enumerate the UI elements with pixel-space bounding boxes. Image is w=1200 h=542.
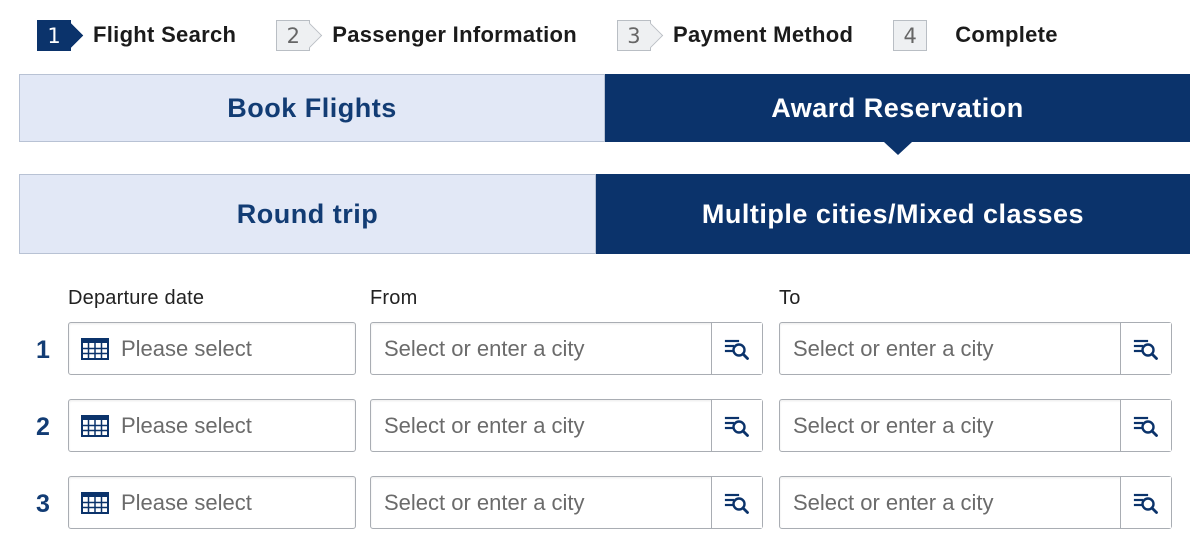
calendar-icon xyxy=(81,492,109,514)
active-tab-pointer xyxy=(883,142,912,155)
city-search-list-icon xyxy=(724,339,749,360)
step-label: Payment Method xyxy=(672,22,854,47)
from-city-input[interactable] xyxy=(384,400,704,451)
step-flight-search: 1 Flight Search xyxy=(37,19,237,51)
from-city-field[interactable] xyxy=(370,322,763,375)
departure-date-label: Departure date xyxy=(68,287,205,309)
to-city-field[interactable] xyxy=(779,322,1172,375)
from-city-input[interactable] xyxy=(384,323,704,374)
departure-date-input[interactable] xyxy=(121,323,346,374)
from-city-field[interactable] xyxy=(370,399,763,452)
city-search-list-icon xyxy=(1133,339,1158,360)
segment-number: 3 xyxy=(36,490,50,518)
to-city-input[interactable] xyxy=(793,400,1113,451)
progress-stepper: 1 Flight Search 2 Passenger Information … xyxy=(37,18,1098,52)
from-city-lookup-button[interactable] xyxy=(711,323,762,374)
city-search-list-icon xyxy=(724,416,749,437)
step-number-badge: 1 xyxy=(37,19,71,51)
tab-round-trip[interactable]: Round trip xyxy=(19,174,596,254)
step-complete: 4 Complete xyxy=(893,19,1058,51)
step-number-badge: 3 xyxy=(616,19,651,51)
tab-multiple-cities[interactable]: Multiple cities/Mixed classes xyxy=(596,174,1190,254)
step-payment-method: 3 Payment Method xyxy=(616,19,854,51)
calendar-icon xyxy=(81,415,109,437)
step-label: Passenger Information xyxy=(332,22,577,47)
segment-number: 1 xyxy=(36,336,50,364)
booking-type-tabs: Book Flights Award Reservation xyxy=(19,74,1190,155)
step-number-badge: 4 xyxy=(893,19,928,51)
to-city-field[interactable] xyxy=(779,399,1172,452)
departure-date-field[interactable] xyxy=(68,476,356,529)
to-label: To xyxy=(779,287,801,309)
to-city-input[interactable] xyxy=(793,477,1113,528)
trip-type-tabs: Round trip Multiple cities/Mixed classes xyxy=(19,174,1190,254)
from-label: From xyxy=(370,287,418,309)
to-city-lookup-button[interactable] xyxy=(1120,323,1171,374)
tab-award-reservation[interactable]: Award Reservation xyxy=(605,74,1190,155)
step-label: Complete xyxy=(955,22,1058,47)
to-city-lookup-button[interactable] xyxy=(1120,477,1171,528)
city-search-list-icon xyxy=(724,493,749,514)
from-city-field[interactable] xyxy=(370,476,763,529)
tab-book-flights[interactable]: Book Flights xyxy=(19,74,605,142)
departure-date-field[interactable] xyxy=(68,399,356,452)
to-city-lookup-button[interactable] xyxy=(1120,400,1171,451)
to-city-input[interactable] xyxy=(793,323,1113,374)
from-city-lookup-button[interactable] xyxy=(711,477,762,528)
from-city-input[interactable] xyxy=(384,477,704,528)
step-number-badge: 2 xyxy=(276,19,311,51)
to-city-field[interactable] xyxy=(779,476,1172,529)
calendar-icon xyxy=(81,338,109,360)
from-city-lookup-button[interactable] xyxy=(711,400,762,451)
departure-date-input[interactable] xyxy=(121,477,346,528)
city-search-list-icon xyxy=(1133,493,1158,514)
segment-number: 2 xyxy=(36,413,50,441)
departure-date-field[interactable] xyxy=(68,322,356,375)
step-passenger-information: 2 Passenger Information xyxy=(276,19,577,51)
step-label: Flight Search xyxy=(93,22,237,47)
departure-date-input[interactable] xyxy=(121,400,346,451)
tab-award-reservation-label: Award Reservation xyxy=(771,92,1024,123)
city-search-list-icon xyxy=(1133,416,1158,437)
